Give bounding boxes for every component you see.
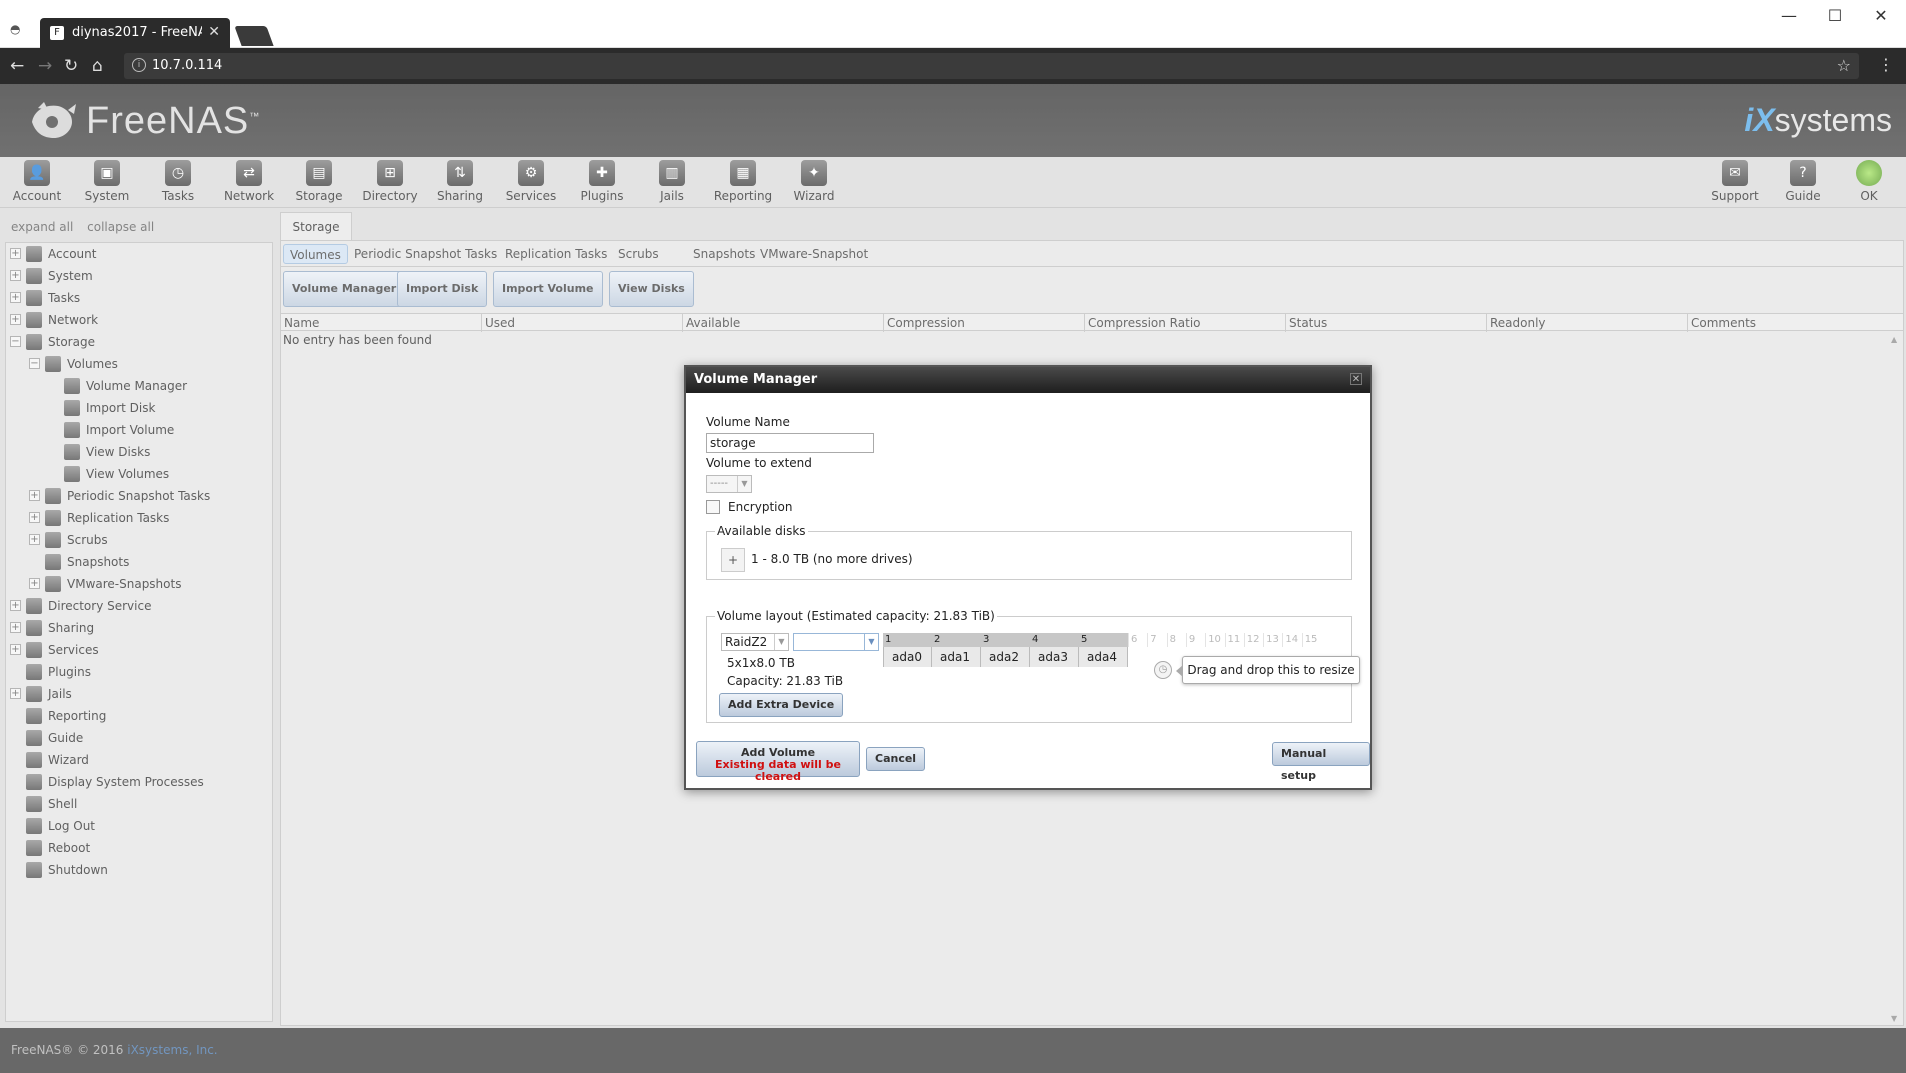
- volume-to-extend-select[interactable]: ----- ▼: [706, 475, 752, 493]
- new-tab-button[interactable]: [234, 26, 274, 46]
- available-disks-legend: Available disks: [717, 524, 806, 538]
- add-extra-device-button[interactable]: Add Extra Device: [719, 693, 844, 717]
- disk-slot-number: 8: [1166, 633, 1186, 647]
- cancel-button[interactable]: Cancel: [866, 747, 926, 771]
- volume-to-extend-value: -----: [710, 478, 729, 489]
- maximize-window-button[interactable]: ☐: [1820, 6, 1850, 25]
- manual-setup-button[interactable]: Manual setup: [1272, 742, 1370, 782]
- add-volume-warning: Existing data will be cleared: [715, 758, 841, 783]
- disk-slot-number: 11: [1224, 633, 1244, 647]
- browser-tab[interactable]: F diynas2017 - FreeNAS-9 ✕: [40, 18, 230, 48]
- raid-type-value: RaidZ2: [725, 635, 768, 649]
- disk-ada1[interactable]: ada1: [932, 647, 981, 667]
- disk-slot-number: 12: [1243, 633, 1263, 647]
- resize-tooltip: Drag and drop this to resize: [1176, 656, 1360, 684]
- dialog-title: Volume Manager ✕: [686, 367, 1370, 393]
- available-disks-box: Available disks + 1 - 8.0 TB (no more dr…: [706, 524, 1352, 580]
- add-disk-button[interactable]: +: [721, 548, 745, 572]
- resize-handle[interactable]: ◷: [1154, 661, 1172, 679]
- volume-manager-dialog: Volume Manager ✕ Volume Name Volume to e…: [684, 365, 1372, 790]
- disk-ada0[interactable]: ada0: [883, 647, 932, 667]
- layout-summary: 5x1x8.0 TB: [727, 656, 795, 670]
- disk-slot-number: 3: [981, 633, 1030, 647]
- back-arrow-icon[interactable]: ←: [10, 56, 24, 76]
- volume-name-input[interactable]: [706, 433, 874, 453]
- disk-slot-number: 6: [1128, 633, 1147, 647]
- close-icon[interactable]: ✕: [1350, 373, 1362, 385]
- disk-ada4[interactable]: ada4: [1079, 647, 1128, 667]
- chevron-down-icon: ▼: [864, 634, 878, 650]
- forward-arrow-icon[interactable]: →: [38, 56, 52, 76]
- url-input[interactable]: i 10.7.0.114 ☆: [124, 53, 1859, 79]
- bookmark-star-icon[interactable]: ☆: [1837, 56, 1851, 75]
- disk-slot-number: 15: [1301, 633, 1321, 647]
- raid-type-select[interactable]: RaidZ2 ▼: [721, 633, 789, 651]
- disk-slot-number: 13: [1263, 633, 1282, 647]
- disk-slot-number: 1: [883, 633, 932, 647]
- disk-slot-number: 9: [1185, 633, 1205, 647]
- disk-slot-number: 2: [932, 633, 981, 647]
- reload-icon[interactable]: ↻: [64, 56, 78, 76]
- browser-tab-title: diynas2017 - FreeNAS-9: [72, 25, 202, 40]
- incognito-icon: ◓: [10, 22, 21, 36]
- encryption-label: Encryption: [728, 500, 793, 514]
- freenas-favicon-icon: F: [50, 26, 64, 40]
- volume-layout-legend: Volume layout (Estimated capacity: 21.83…: [717, 609, 995, 623]
- volume-name-label: Volume Name: [706, 415, 790, 429]
- url-text: 10.7.0.114: [152, 58, 223, 73]
- browser-address-bar: ← → ↻ ⌂ i 10.7.0.114 ☆ ⋮: [0, 48, 1906, 84]
- disk-slot-number: 10: [1205, 633, 1224, 647]
- encryption-checkbox[interactable]: [706, 500, 720, 514]
- close-tab-icon[interactable]: ✕: [208, 24, 220, 40]
- close-window-button[interactable]: ✕: [1866, 6, 1896, 25]
- minimize-window-button[interactable]: —: [1774, 6, 1804, 25]
- disk-slot-number: 4: [1030, 633, 1079, 647]
- disk-ada2[interactable]: ada2: [981, 647, 1030, 667]
- volume-to-extend-label: Volume to extend: [706, 456, 812, 470]
- home-icon[interactable]: ⌂: [92, 56, 103, 76]
- browser-tabstrip: ◓ F diynas2017 - FreeNAS-9 ✕ — ☐ ✕: [0, 0, 1906, 48]
- disk-slot-number: 5: [1079, 633, 1128, 647]
- site-info-icon[interactable]: i: [132, 58, 146, 72]
- browser-menu-icon[interactable]: ⋮: [1878, 55, 1894, 74]
- chevron-down-icon: ▼: [737, 476, 751, 492]
- available-disks-text: 1 - 8.0 TB (no more drives): [751, 552, 913, 566]
- chevron-down-icon: ▼: [774, 634, 788, 650]
- disk-slot-number: 7: [1147, 633, 1166, 647]
- disk-ada3[interactable]: ada3: [1030, 647, 1079, 667]
- layout-capacity: Capacity: 21.83 TiB: [727, 674, 844, 688]
- secondary-layout-select[interactable]: ▼: [793, 633, 879, 651]
- add-volume-button[interactable]: Add Volume Existing data will be cleared: [696, 741, 860, 783]
- disk-slot-number: 14: [1282, 633, 1301, 647]
